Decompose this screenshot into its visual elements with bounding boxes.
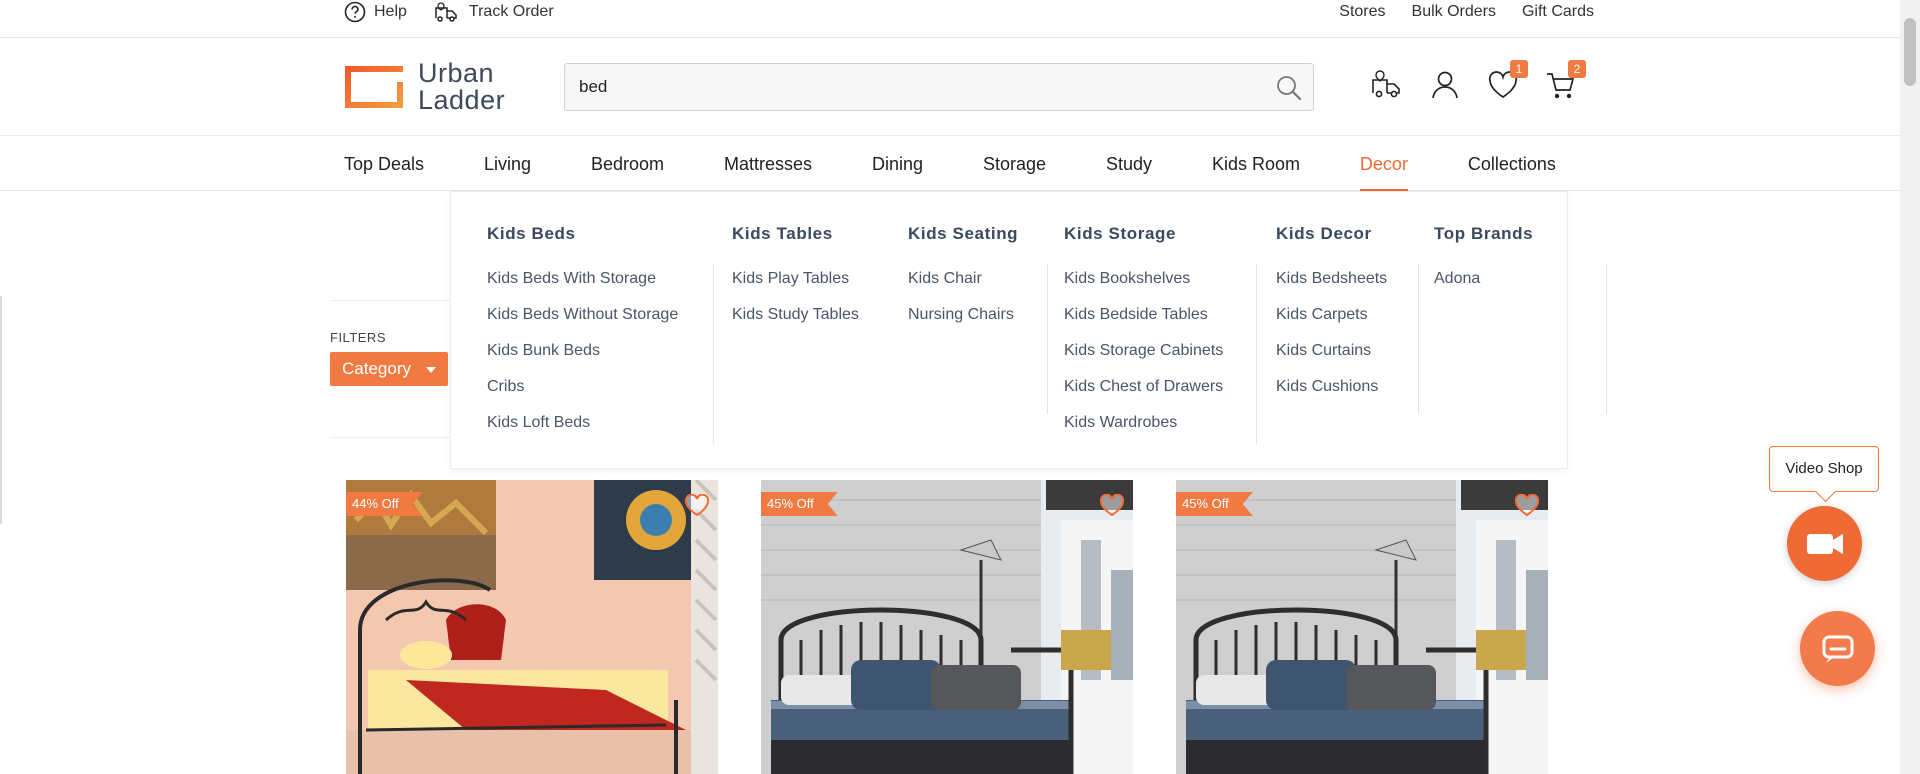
main-header: Urban Ladder 1 2 xyxy=(0,38,1900,136)
menu-link[interactable]: Kids Bedsheets xyxy=(1276,270,1387,306)
caret-down-icon xyxy=(426,367,436,373)
brand-logo[interactable]: Urban Ladder xyxy=(344,60,505,114)
menu-column-heading[interactable]: Kids Seating xyxy=(908,224,1018,244)
user-icon xyxy=(1432,71,1458,99)
track-order-button[interactable] xyxy=(1370,68,1404,102)
menu-link[interactable]: Kids Play Tables xyxy=(732,270,859,306)
chat-icon xyxy=(1822,635,1854,663)
page: Help Track Order Stores Bulk Orders Gift… xyxy=(0,0,1920,774)
cart-count-badge: 2 xyxy=(1568,60,1586,78)
menu-link[interactable]: Kids Bedside Tables xyxy=(1064,306,1223,342)
stores-link[interactable]: Stores xyxy=(1339,3,1385,21)
category-filter-label: Category xyxy=(342,359,411,378)
menu-link[interactable]: Cribs xyxy=(487,378,678,414)
menu-link[interactable]: Nursing Chairs xyxy=(908,306,1014,342)
delivery-truck-icon xyxy=(1372,70,1400,98)
utility-bar: Help Track Order Stores Bulk Orders Gift… xyxy=(0,0,1900,38)
menu-column-divider xyxy=(1606,264,1607,414)
brand-logo-mark xyxy=(345,66,404,108)
menu-column-heading[interactable]: Kids Storage xyxy=(1064,224,1176,244)
menu-link[interactable]: Kids Chair xyxy=(908,270,1014,306)
menu-column-heading[interactable]: Kids Beds xyxy=(487,224,576,244)
heart-icon[interactable] xyxy=(1514,494,1540,518)
account-button[interactable] xyxy=(1428,68,1462,102)
divider xyxy=(0,296,2,524)
nav-item-dining[interactable]: Dining xyxy=(872,137,923,191)
heart-icon[interactable] xyxy=(1099,494,1125,518)
utility-left: Help Track Order xyxy=(344,0,554,24)
help-link[interactable]: Help xyxy=(344,1,407,23)
nav-item-bedroom[interactable]: Bedroom xyxy=(591,137,664,191)
search-box xyxy=(564,63,1314,111)
gift-cards-link[interactable]: Gift Cards xyxy=(1522,3,1594,21)
menu-link[interactable]: Kids Study Tables xyxy=(732,306,859,342)
kids-room-mega-menu: Kids Beds Kids Beds With Storage Kids Beds… xyxy=(450,191,1607,469)
nav-item-kids-room[interactable]: Kids Room xyxy=(1212,137,1300,191)
menu-column-divider xyxy=(1418,264,1419,414)
wishlist-button[interactable]: 1 xyxy=(1486,60,1528,102)
product-card[interactable]: 45% Off xyxy=(761,480,1133,774)
product-image xyxy=(1176,480,1548,774)
menu-link[interactable]: Kids Cushions xyxy=(1276,378,1387,414)
menu-column-divider xyxy=(1256,264,1257,444)
menu-column-divider xyxy=(1047,264,1048,414)
menu-column-heading[interactable]: Kids Tables xyxy=(732,224,833,244)
product-card[interactable]: 44% Off xyxy=(346,480,718,774)
wishlist-count-badge: 1 xyxy=(1510,60,1528,78)
menu-column-divider xyxy=(713,264,714,444)
category-nav: Top Deals Living Bedroom Mattresses Dining St… xyxy=(0,137,1900,191)
menu-link[interactable]: Kids Loft Beds xyxy=(487,414,678,450)
track-order-label: Track Order xyxy=(468,3,554,20)
bulk-orders-link[interactable]: Bulk Orders xyxy=(1412,3,1496,21)
menu-link[interactable]: Adona xyxy=(1434,270,1480,306)
nav-item-study[interactable]: Study xyxy=(1106,137,1152,191)
menu-link[interactable]: Kids Storage Cabinets xyxy=(1064,342,1223,378)
chat-button[interactable] xyxy=(1800,611,1875,686)
menu-link[interactable]: Kids Bookshelves xyxy=(1064,270,1223,306)
product-image xyxy=(761,480,1133,774)
utility-right: Stores Bulk Orders Gift Cards xyxy=(1339,0,1594,24)
help-circle-icon xyxy=(344,1,366,23)
discount-tag: 45% Off xyxy=(761,492,838,516)
nav-item-decor[interactable]: Decor xyxy=(1359,137,1408,191)
nav-item-mattresses[interactable]: Mattresses xyxy=(724,137,812,191)
category-filter-button[interactable]: Category xyxy=(330,352,448,386)
menu-link[interactable]: Kids Beds Without Storage xyxy=(487,306,678,342)
nav-item-top-deals[interactable]: Top Deals xyxy=(344,137,424,191)
scrollbar-thumb[interactable] xyxy=(1904,18,1916,86)
discount-tag: 45% Off xyxy=(1176,492,1253,516)
product-card[interactable]: 45% Off xyxy=(1176,480,1548,774)
nav-item-collections[interactable]: Collections xyxy=(1468,137,1556,191)
nav-item-storage[interactable]: Storage xyxy=(983,137,1046,191)
video-shop-tooltip[interactable]: Video Shop xyxy=(1769,446,1879,492)
product-image xyxy=(346,480,718,774)
menu-link[interactable]: Kids Wardrobes xyxy=(1064,414,1223,450)
filters-label: FILTERS xyxy=(330,330,386,345)
header-icons: 1 2 xyxy=(1370,60,1586,102)
video-camera-icon xyxy=(1807,534,1843,554)
menu-link[interactable]: Kids Curtains xyxy=(1276,342,1387,378)
cart-button[interactable]: 2 xyxy=(1544,60,1586,102)
brand-wordmark: Urban Ladder xyxy=(418,60,505,114)
brand-line1: Urban xyxy=(418,58,495,88)
menu-column-heading[interactable]: Top Brands xyxy=(1434,224,1533,244)
search-icon[interactable] xyxy=(1275,74,1303,102)
menu-link[interactable]: Kids Beds With Storage xyxy=(487,270,678,306)
menu-link[interactable]: Kids Carpets xyxy=(1276,306,1387,342)
search-input[interactable] xyxy=(565,64,1255,110)
nav-item-living[interactable]: Living xyxy=(484,137,531,191)
help-label: Help xyxy=(374,3,407,20)
page-scrollbar[interactable] xyxy=(1900,0,1920,774)
video-shop-button[interactable] xyxy=(1787,506,1862,581)
menu-link[interactable]: Kids Chest of Drawers xyxy=(1064,378,1223,414)
delivery-truck-icon xyxy=(435,2,457,22)
menu-column-heading[interactable]: Kids Decor xyxy=(1276,224,1372,244)
heart-icon[interactable] xyxy=(684,494,710,518)
nav-list: Top Deals Living Bedroom Mattresses Dining St… xyxy=(344,137,1556,191)
track-order-link[interactable]: Track Order xyxy=(433,0,554,24)
menu-link[interactable]: Kids Bunk Beds xyxy=(487,342,678,378)
discount-tag: 44% Off xyxy=(346,492,423,516)
brand-line2: Ladder xyxy=(418,85,506,115)
